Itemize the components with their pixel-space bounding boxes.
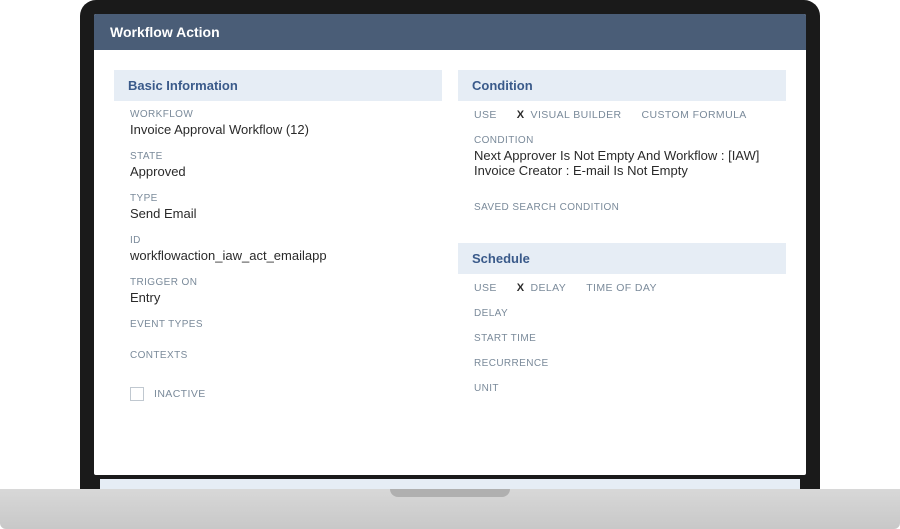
recurrence-label: RECURRENCE [474, 358, 770, 369]
condition-use-label: USE [474, 109, 497, 121]
saved-search-condition-label: SAVED SEARCH CONDITION [474, 202, 770, 213]
state-field: STATE Approved [130, 151, 426, 179]
inactive-label: INACTIVE [154, 388, 206, 400]
option-delay-label: DELAY [531, 282, 567, 294]
id-value: workflowaction_iaw_act_emailapp [130, 248, 426, 263]
schedule-option-time-of-day[interactable]: TIME OF DAY [586, 282, 657, 294]
trigger-on-label: TRIGGER ON [130, 277, 426, 288]
right-panel: Condition USE X VISUAL BUILDER CUSTOM FO… [458, 70, 786, 473]
basic-information-header: Basic Information [114, 70, 442, 101]
recurrence-field: RECURRENCE [474, 358, 770, 369]
condition-field: CONDITION Next Approver Is Not Empty And… [474, 135, 770, 178]
condition-option-custom-formula[interactable]: CUSTOM FORMULA [642, 109, 747, 121]
delay-field: DELAY [474, 308, 770, 319]
inactive-row: INACTIVE [130, 387, 426, 401]
event-types-label: EVENT TYPES [130, 319, 426, 330]
id-label: ID [130, 235, 426, 246]
unit-label: UNIT [474, 383, 770, 394]
schedule-use-row: USE X DELAY TIME OF DAY [474, 282, 770, 294]
laptop-base [0, 489, 900, 529]
saved-search-condition-field: SAVED SEARCH CONDITION [474, 202, 770, 213]
workflow-label: WORKFLOW [130, 109, 426, 120]
start-time-label: START TIME [474, 333, 770, 344]
condition-value: Next Approver Is Not Empty And Workflow … [474, 148, 770, 178]
contexts-field: CONTEXTS [130, 350, 426, 361]
trigger-on-value: Entry [130, 290, 426, 305]
x-marker-icon: X [517, 282, 525, 294]
type-value: Send Email [130, 206, 426, 221]
option-custom-formula-label: CUSTOM FORMULA [642, 109, 747, 121]
basic-information-panel: Basic Information WORKFLOW Invoice Appro… [114, 70, 442, 473]
id-field: ID workflowaction_iaw_act_emailapp [130, 235, 426, 263]
condition-header: Condition [458, 70, 786, 101]
condition-label: CONDITION [474, 135, 770, 146]
contexts-label: CONTEXTS [130, 350, 426, 361]
x-marker-icon: X [517, 109, 525, 121]
condition-use-row: USE X VISUAL BUILDER CUSTOM FORMULA [474, 109, 770, 121]
condition-option-visual-builder[interactable]: X VISUAL BUILDER [517, 109, 622, 121]
option-visual-builder-label: VISUAL BUILDER [531, 109, 622, 121]
delay-label: DELAY [474, 308, 770, 319]
schedule-option-delay[interactable]: X DELAY [517, 282, 566, 294]
inactive-checkbox[interactable] [130, 387, 144, 401]
event-types-field: EVENT TYPES [130, 319, 426, 330]
schedule-header: Schedule [458, 243, 786, 274]
option-time-of-day-label: TIME OF DAY [586, 282, 657, 294]
workflow-value: Invoice Approval Workflow (12) [130, 122, 426, 137]
state-label: STATE [130, 151, 426, 162]
trigger-on-field: TRIGGER ON Entry [130, 277, 426, 305]
workflow-field: WORKFLOW Invoice Approval Workflow (12) [130, 109, 426, 137]
type-label: TYPE [130, 193, 426, 204]
schedule-use-label: USE [474, 282, 497, 294]
unit-field: UNIT [474, 383, 770, 394]
start-time-field: START TIME [474, 333, 770, 344]
window-title: Workflow Action [94, 14, 806, 50]
content-area: Basic Information WORKFLOW Invoice Appro… [94, 50, 806, 473]
state-value: Approved [130, 164, 426, 179]
type-field: TYPE Send Email [130, 193, 426, 221]
